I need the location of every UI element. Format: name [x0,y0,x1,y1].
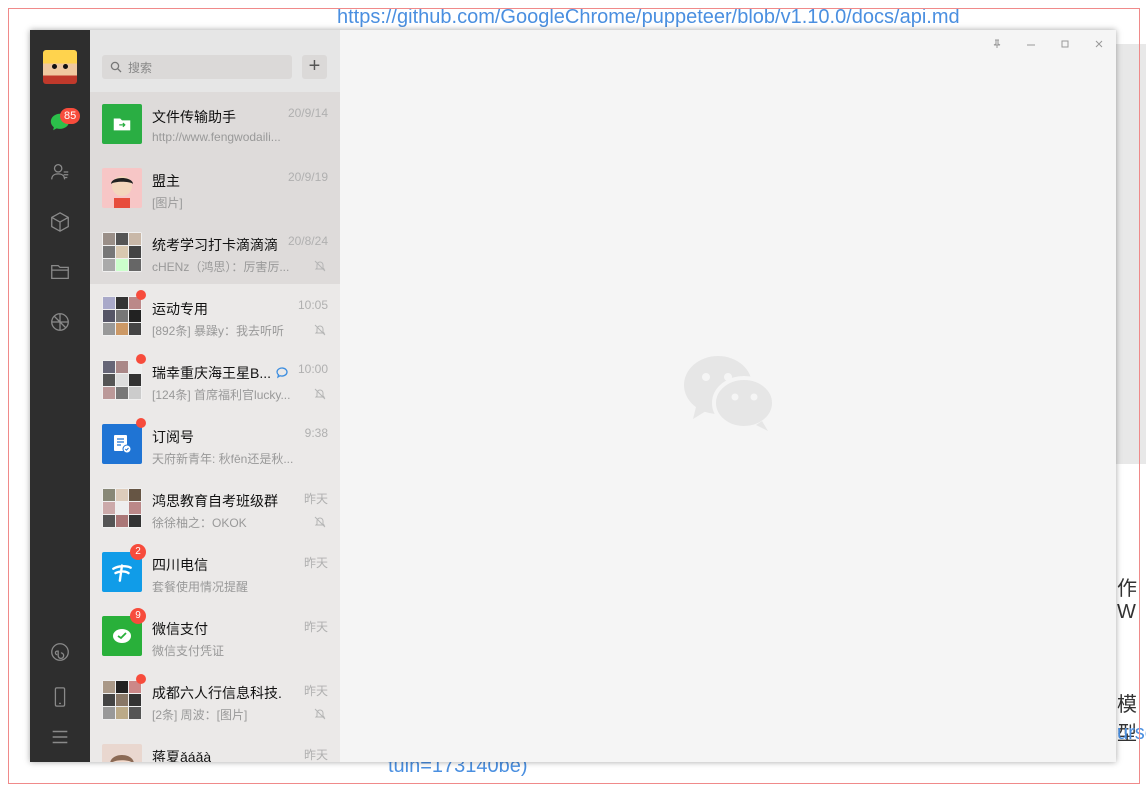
contact-avatar [102,744,142,762]
chat-item[interactable]: 文件传输助手 20/9/14 http://www.fengwodaili... [90,92,340,156]
search-input[interactable]: 搜索 [102,55,292,79]
avatar-eye [63,64,68,69]
sidebar-nav: 85 [30,30,90,762]
mute-icon [314,260,326,272]
file-transfer-icon [113,118,131,131]
chat-list: 文件传输助手 20/9/14 http://www.fengwodaili...… [90,92,340,762]
chat-preview: 天府新青年: 秋fēn还是秋... [152,452,294,466]
chat-preview: http://www.fengwodaili... [152,130,281,144]
chat-item[interactable]: 瑞幸重庆海王星B... 10:00 [124条] 首席福利官lucky... [90,348,340,412]
maximize-icon[interactable] [1060,36,1072,48]
mute-icon [314,388,326,400]
unread-dot [136,290,146,300]
unread-badge: 85 [60,108,81,124]
chat-name: 瑞幸重庆海王星B... [152,365,272,381]
unread-dot [136,354,146,364]
phone-icon[interactable] [48,685,72,709]
unread-count-badge: 2 [130,544,146,560]
enterprise-chat-icon [276,367,288,379]
chat-name: 订阅号 [152,429,194,445]
chat-name: 四川电信 [152,557,208,573]
search-icon [110,61,122,73]
minimize-icon[interactable] [1026,36,1038,48]
chat-name: 微信支付 [152,621,208,637]
favorites-icon[interactable] [48,210,72,234]
chat-time: 昨天 [303,556,328,570]
chat-time: 昨天 [303,620,328,634]
add-chat-button[interactable]: + [302,55,327,79]
chat-item[interactable]: 订阅号 9:38 天府新青年: 秋fēn还是秋... [90,412,340,476]
chat-preview: 徐徐柚之：OKOK [152,516,247,530]
chat-time: 9:38 [304,426,328,440]
user-avatar[interactable] [43,50,77,84]
wechat-window: 85 搜索 + 文件传输助手 20/9/14 http://www.fengwo… [30,30,1116,762]
search-placeholder: 搜索 [128,60,153,75]
chat-name: 运动专用 [152,301,208,317]
subscription-icon [114,435,132,454]
chat-item[interactable]: 蒋夏ǎáǎà 昨天 [90,732,340,762]
mute-icon [314,324,326,336]
subscription-avatar [102,424,142,464]
chat-name: 盟主 [152,173,180,189]
unread-dot [136,418,146,428]
chat-time: 20/8/24 [287,234,328,248]
chat-name: 成都六人行信息科技... [152,685,282,701]
chat-list-pane: 搜索 + 文件传输助手 20/9/14 http://www.fengwodai… [90,30,340,762]
chat-item[interactable]: 盟主 20/9/19 [图片] [90,156,340,220]
telecom-logo-icon [112,564,132,582]
chat-item[interactable]: 成都六人行信息科技... 昨天 [2条] 周波：[图片] [90,668,340,732]
chat-time: 昨天 [303,492,328,506]
chat-name: 统考学习打卡滴滴滴 [152,237,278,253]
chat-preview: 套餐使用情况提醒 [152,580,249,594]
moments-icon[interactable] [48,310,72,334]
mute-icon [314,708,326,720]
group-avatar [102,232,142,272]
chat-preview: [2条] 周波：[图片] [152,708,248,722]
chat-preview: [124条] 首席福利官lucky... [152,388,291,402]
chat-name: 蒋夏ǎáǎà [152,749,212,762]
files-icon[interactable] [48,260,72,284]
mini-program-icon[interactable] [48,640,72,664]
chat-item[interactable]: 2 四川电信 昨天 套餐使用情况提醒 [90,540,340,604]
chat-time: 20/9/19 [287,170,328,184]
chat-item[interactable]: 运动专用 10:05 [892条] 暴躁y：我去听听 [90,284,340,348]
main-chat-area [340,30,1116,762]
chat-item[interactable]: 鸿思教育自考班级群 昨天 徐徐柚之：OKOK [90,476,340,540]
chat-item[interactable]: 9 微信支付 昨天 微信支付凭证 [90,604,340,668]
chat-time: 20/9/14 [287,106,328,120]
chat-item[interactable]: 统考学习打卡滴滴滴 20/8/24 cHENz（鸿思）：厉害厉... [90,220,340,284]
file-transfer-avatar [102,104,142,144]
group-avatar [102,680,142,720]
chat-preview: [图片] [152,196,183,210]
unread-count-badge: 9 [130,608,146,624]
contact-avatar [102,168,142,208]
avatar-eye [52,64,57,69]
group-avatar [102,296,142,336]
chat-preview: cHENz（鸿思）：厉害厉... [152,260,290,274]
chat-time: 10:05 [297,298,328,312]
menu-icon[interactable] [48,725,72,749]
mute-icon [314,516,326,528]
group-avatar [102,488,142,528]
chat-time: 10:00 [297,362,328,376]
wechat-logo-icon [684,356,776,431]
wechat-pay-icon [113,629,131,643]
chat-time: 昨天 [303,748,328,762]
group-avatar [102,360,142,400]
chat-preview: [892条] 暴躁y：我去听听 [152,324,285,338]
chat-preview: 微信支付凭证 [152,644,225,658]
chat-name: 文件传输助手 [152,109,236,125]
unread-dot [136,674,146,684]
chat-name: 鸿思教育自考班级群 [152,493,278,509]
chat-time: 昨天 [303,684,328,698]
close-icon[interactable] [1094,36,1106,48]
contacts-icon[interactable] [48,160,72,184]
pin-icon[interactable] [992,36,1004,48]
